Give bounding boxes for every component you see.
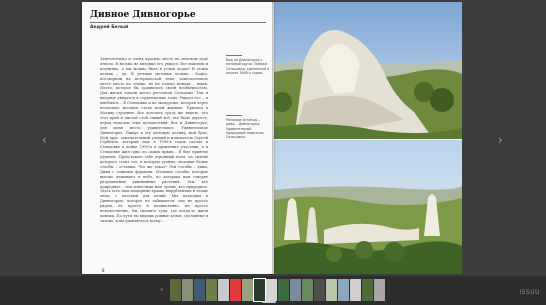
page-thumbnail[interactable]: [253, 278, 266, 302]
page-thumbnail[interactable]: [338, 279, 349, 301]
photo-caption-1: Вид на Дивногорье с меловой кручи. Пейза…: [226, 58, 270, 75]
valley-panorama-photo: [274, 140, 462, 274]
page-thumbnail[interactable]: [326, 279, 337, 301]
article-title: Дивное Дивногорье: [90, 10, 196, 20]
photo-caption-2: Меловые останцы – дивы – Дивногорья. Уди…: [226, 118, 264, 140]
page-thumbnail[interactable]: [314, 279, 325, 301]
caption-rule: [226, 55, 242, 56]
article-author: Андрей Белый: [90, 25, 129, 30]
page-thumbnail[interactable]: [194, 279, 205, 301]
previous-spread-arrow[interactable]: ‹: [42, 133, 47, 147]
article-body: Замечательно и очень красиво место на ме…: [100, 57, 208, 223]
page-number: 8: [102, 268, 105, 273]
page-thumbnail[interactable]: [350, 279, 361, 301]
page-thumbnail[interactable]: [230, 279, 241, 301]
page-thumbnail[interactable]: [278, 279, 289, 301]
thumbs-prev-arrow[interactable]: ‹: [160, 285, 164, 295]
right-page: [274, 2, 462, 274]
document-viewer: ● ▦ ◀ ▶ ⤢ ⇪ ✕ ‹ › Дивное Дивногорье Андр…: [0, 0, 546, 305]
page-thumbnail[interactable]: [242, 279, 253, 301]
thumbnail-slider[interactable]: [262, 301, 276, 303]
page-thumbnail[interactable]: [218, 279, 229, 301]
page-thumbnail[interactable]: [266, 279, 277, 301]
page-thumbnail[interactable]: [182, 279, 193, 301]
next-spread-arrow[interactable]: ›: [498, 133, 503, 147]
page-thumbnail[interactable]: [206, 279, 217, 301]
page-thumbnail[interactable]: [170, 279, 181, 301]
page-thumbnail[interactable]: [362, 279, 373, 301]
page-thumbnail[interactable]: [290, 279, 301, 301]
page-thumbnail[interactable]: [302, 279, 313, 301]
issuu-logo[interactable]: ISSUU: [519, 289, 540, 296]
caption-rule: [226, 115, 242, 116]
thumbs-next-arrow[interactable]: ›: [377, 285, 381, 295]
title-rule: [90, 22, 266, 23]
chalk-cliffs-photo: [274, 2, 462, 140]
thumbnail-strip: [170, 278, 385, 302]
page-spine: [272, 2, 276, 274]
